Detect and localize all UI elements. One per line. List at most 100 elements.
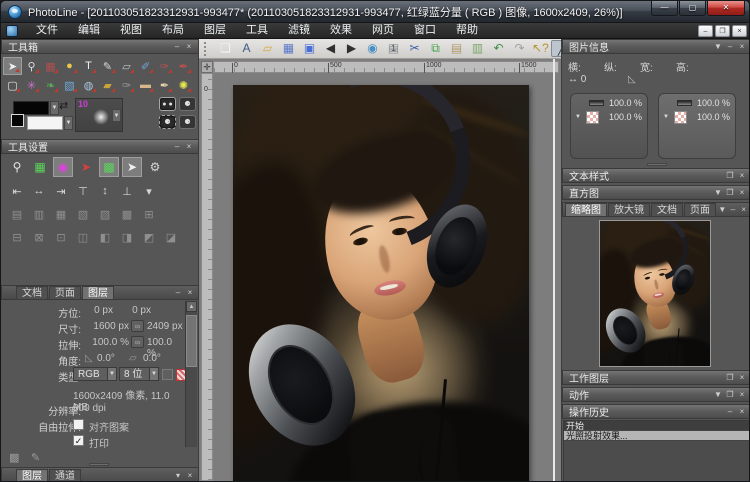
vector-mode-icon[interactable]: ➤ [76, 157, 96, 177]
brush-preview[interactable]: 10 ▼ [75, 98, 123, 132]
text-tool[interactable]: T [79, 57, 98, 75]
thumbnail-tab[interactable]: 文档 [651, 203, 683, 216]
point-mode-icon[interactable]: ◉ [53, 157, 73, 177]
tool-settings-minimize-button[interactable]: – [171, 140, 183, 153]
distribute-icon[interactable]: ⊟ [7, 229, 27, 245]
align-top-icon[interactable]: ⊤ [73, 183, 93, 199]
doc-panel-minimize-button[interactable]: – [172, 286, 184, 299]
marquee-select-tool[interactable]: ▢ [3, 76, 22, 94]
menu-item[interactable]: 帮助 [446, 23, 488, 38]
minimize-button[interactable]: — [651, 1, 678, 16]
histogram-more-button[interactable]: ▼ [712, 186, 724, 199]
scroll-thumb[interactable] [186, 315, 197, 367]
thumbnail-close-button[interactable]: × [738, 203, 749, 216]
history-close-button[interactable]: × [736, 405, 748, 418]
histogram-close-button[interactable]: × [736, 186, 748, 199]
doc-minimize-button[interactable]: – [698, 25, 713, 37]
menu-item[interactable]: 滤镜 [278, 23, 320, 38]
gradient-tool[interactable]: ▧ [60, 76, 79, 94]
thumbnail-preview[interactable] [599, 220, 711, 367]
background-color-swatch[interactable] [27, 116, 63, 130]
grid-mode-icon[interactable]: ▦ [30, 157, 50, 177]
stretch-link-button[interactable]: ∞ [131, 336, 144, 348]
menu-item[interactable]: 视图 [110, 23, 152, 38]
raster-mode-icon[interactable]: ▩ [99, 157, 119, 177]
align-center-h-icon[interactable]: ↔ [29, 183, 49, 199]
background-color-dropdown[interactable]: ▼ [64, 116, 73, 130]
edit-icon[interactable]: ✎ [31, 451, 40, 464]
copy-icon[interactable]: ⧉ [425, 40, 446, 57]
foreground-color-dropdown[interactable]: ▼ [50, 101, 59, 115]
chalk-tool[interactable]: ▬ [136, 76, 155, 94]
size-link-button[interactable]: ∞ [131, 320, 144, 332]
eyedropper-tool[interactable]: ✐ [136, 57, 155, 75]
doc-panel-tab[interactable]: 图层 [82, 286, 114, 299]
distribute-icon[interactable]: ▤ [7, 206, 27, 222]
print-checkbox[interactable]: ✓ [73, 435, 84, 446]
doc-restore-button[interactable]: ❐ [715, 25, 730, 37]
menu-item[interactable]: 网页 [362, 23, 404, 38]
menu-item[interactable]: 文件 [26, 23, 68, 38]
mask-edit-toggle[interactable]: ⚈ [179, 97, 196, 111]
distribute-icon[interactable]: ◧ [95, 229, 115, 245]
menu-item[interactable]: 窗口 [404, 23, 446, 38]
distribute-icon[interactable]: ⊞ [139, 206, 159, 222]
align-left-icon[interactable]: ⇤ [7, 183, 27, 199]
foreground-color-swatch[interactable] [13, 101, 49, 115]
menu-item[interactable]: 图层 [194, 23, 236, 38]
scroll-up-button[interactable]: ▲ [186, 301, 197, 312]
layer-opacity-box-1[interactable]: 100.0 % ▼ 100.0 % [570, 93, 648, 159]
thumbnail-tab[interactable]: 页面 [684, 203, 716, 216]
align-bottom-icon[interactable]: ⊥ [117, 183, 137, 199]
scan-mode-icon[interactable]: ⚲ [7, 157, 27, 177]
context-help-icon[interactable]: ↖? [530, 40, 551, 57]
distribute-icon[interactable]: ⊡ [51, 229, 71, 245]
dock-splitter[interactable] [553, 59, 555, 482]
history-item[interactable]: 光照投射效果... [564, 431, 749, 441]
doc-panel-close-button[interactable]: × [184, 286, 196, 299]
distribute-icon[interactable]: ◫ [73, 229, 93, 245]
brush-dropdown[interactable]: ▼ [112, 109, 121, 122]
doc-panel-tab[interactable]: 文档 [16, 286, 48, 299]
distribute-icon[interactable]: ◪ [161, 229, 181, 245]
menu-item[interactable]: 编辑 [68, 23, 110, 38]
align-pattern-checkbox[interactable] [73, 419, 84, 430]
doc-panel-scrollbar[interactable]: ▲ [185, 301, 197, 447]
dropdown-icon[interactable]: ▼ [575, 114, 581, 120]
thumbnail-minimize-button[interactable]: – [728, 203, 739, 216]
menu-item[interactable]: 效果 [320, 23, 362, 38]
redo-icon[interactable]: ↷ [509, 40, 530, 57]
undo-icon[interactable]: ↶ [488, 40, 509, 57]
text-style-close-button[interactable]: × [736, 169, 748, 182]
swap-colors-icon[interactable]: ⇄ [59, 99, 68, 112]
cursor-mode-icon[interactable]: ➤ [122, 157, 142, 177]
new-template-icon[interactable]: A [236, 40, 257, 57]
distribute-icon[interactable]: ◨ [117, 229, 137, 245]
leaf-tool[interactable]: ❧ [41, 76, 60, 94]
magic-wand-tool[interactable]: ✳ [22, 76, 41, 94]
canvas-area[interactable]: ✛ 050010001500 0 [199, 59, 561, 482]
new-document-icon[interactable]: ❏ [215, 40, 236, 57]
panel-splitter[interactable] [647, 163, 667, 166]
bottom-panel-close-button[interactable]: × [184, 469, 196, 482]
crop-tool[interactable]: ▱ [117, 57, 136, 75]
doc-close-button[interactable]: × [732, 25, 747, 37]
pen-path-tool[interactable]: ✎ [98, 57, 117, 75]
layer-opacity-box-2[interactable]: 100.0 % ▼ 100.0 % [658, 93, 736, 159]
save-icon[interactable]: ▣ [299, 40, 320, 57]
history-item[interactable]: 开始 [564, 421, 749, 431]
ruler-origin-button[interactable]: ✛ [201, 61, 213, 73]
working-layer-maximize-button[interactable]: ❐ [724, 371, 736, 384]
effect-tool[interactable]: ✺ [174, 76, 193, 94]
distribute-icon[interactable]: ▩ [117, 206, 137, 222]
marker-tool[interactable]: ✒ [174, 57, 193, 75]
menu-item[interactable]: 布局 [152, 23, 194, 38]
distribute-icon[interactable]: ◩ [139, 229, 159, 245]
tool-settings-close-button[interactable]: × [183, 140, 195, 153]
quill-tool[interactable]: ✒ [155, 76, 174, 94]
color-mode-select[interactable]: RGB▼ [73, 367, 117, 381]
distribute-icon[interactable]: ▦ [51, 206, 71, 222]
portrait-image[interactable] [233, 85, 529, 482]
working-layer-close-button[interactable]: × [736, 371, 748, 384]
image-info-more-button[interactable]: ▼ [712, 40, 724, 53]
